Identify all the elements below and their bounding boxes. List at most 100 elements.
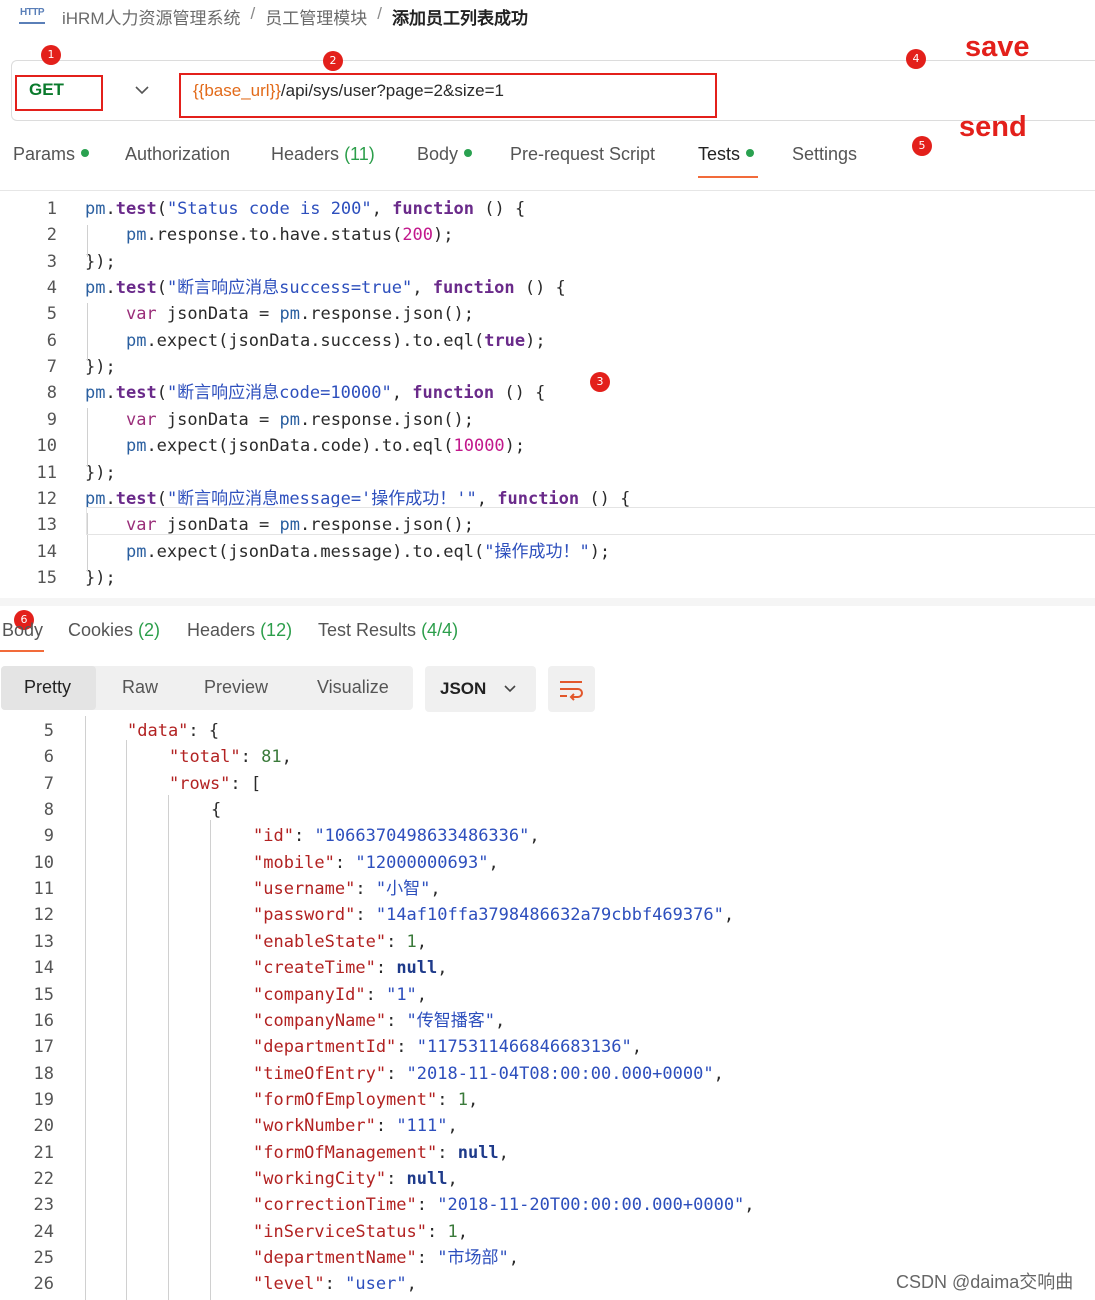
json-text: "timeOfEntry": "2018-11-04T08:00:00.000+… bbox=[253, 1063, 724, 1084]
json-line: 14 "createTime": null, bbox=[0, 955, 1095, 981]
json-text: "departmentId": "1175311466846683136", bbox=[253, 1037, 642, 1058]
code-text: }); bbox=[85, 462, 116, 483]
indent-guide bbox=[85, 716, 86, 1300]
current-line-highlight bbox=[86, 507, 1095, 535]
view-pretty-button[interactable]: Pretty bbox=[24, 677, 71, 698]
response-tab-cookies[interactable]: Cookies (2) bbox=[68, 620, 160, 641]
line-number: 6 bbox=[46, 330, 57, 351]
tab-authorization[interactable]: Authorization bbox=[125, 144, 230, 165]
line-number: 14 bbox=[36, 541, 57, 562]
line-number: 19 bbox=[33, 1089, 54, 1110]
line-number: 9 bbox=[43, 826, 54, 847]
json-line: 11 "username": "小智", bbox=[0, 876, 1095, 902]
url-input[interactable]: {{base_url}}/api/sys/user?page=2&size=1 bbox=[193, 81, 504, 101]
code-text: pm.expect(jsonData.success).to.eql(true)… bbox=[125, 330, 546, 351]
json-line: 20 "workNumber": "111", bbox=[0, 1113, 1095, 1139]
save-annotation: save bbox=[965, 31, 1030, 63]
indent-guide bbox=[126, 740, 127, 1300]
code-text: var jsonData = pm.response.json(); bbox=[125, 409, 474, 430]
json-line: 6 "total": 81, bbox=[0, 744, 1095, 770]
tab-pre-request-script[interactable]: Pre-request Script bbox=[510, 144, 655, 165]
line-number: 20 bbox=[33, 1116, 54, 1137]
code-text: }); bbox=[85, 357, 116, 378]
line-number: 3 bbox=[46, 251, 57, 272]
json-text: "correctionTime": "2018-11-20T00:00:00.0… bbox=[253, 1195, 755, 1216]
response-body-viewer[interactable]: 5 "data": {6 "total": 81, 7 "rows": [8{9 "id"… bbox=[0, 716, 1095, 1300]
json-text: "mobile": "12000000693", bbox=[253, 852, 499, 873]
json-text: "companyName": "传智播客", bbox=[253, 1010, 506, 1031]
view-preview-button[interactable]: Preview bbox=[204, 677, 268, 698]
line-number: 15 bbox=[33, 984, 54, 1005]
line-number: 14 bbox=[33, 958, 54, 979]
json-text: "inServiceStatus": 1, bbox=[253, 1221, 468, 1242]
active-dot-icon bbox=[746, 149, 755, 158]
json-line: 22 "workingCity": null, bbox=[0, 1166, 1095, 1192]
json-text: "formOfManagement": null, bbox=[253, 1142, 509, 1163]
breadcrumb-item-module[interactable]: 员工管理模块 bbox=[265, 4, 367, 29]
url-variable: {{base_url}} bbox=[193, 81, 281, 100]
view-raw-button[interactable]: Raw bbox=[122, 677, 158, 698]
code-line[interactable]: 14 pm.expect(jsonData.message).to.eql("操… bbox=[0, 539, 1095, 565]
line-number: 24 bbox=[33, 1221, 54, 1242]
json-line: 21 "formOfManagement": null, bbox=[0, 1140, 1095, 1166]
chevron-down-icon[interactable] bbox=[133, 81, 151, 99]
line-number: 6 bbox=[43, 747, 54, 768]
request-title[interactable]: 添加员工列表成功 bbox=[392, 4, 528, 29]
line-number: 4 bbox=[46, 278, 57, 299]
line-number: 1 bbox=[46, 199, 57, 219]
code-line[interactable]: 15}); bbox=[0, 565, 1095, 591]
line-number: 8 bbox=[46, 383, 57, 404]
indent-guide bbox=[168, 795, 169, 1300]
code-line[interactable]: 9 var jsonData = pm.response.json(); bbox=[0, 407, 1095, 433]
json-line: 9 "id": "1066370498633486336", bbox=[0, 823, 1095, 849]
json-line: 13 "enableState": 1, bbox=[0, 929, 1095, 955]
indent-guide bbox=[87, 408, 88, 467]
code-line[interactable]: 6 pm.expect(jsonData.success).to.eql(tru… bbox=[0, 328, 1095, 354]
tab-tests[interactable]: Tests bbox=[698, 144, 755, 165]
json-text: "companyId": "1", bbox=[253, 984, 428, 1005]
chevron-down-icon bbox=[504, 685, 516, 693]
code-text: pm.test("Status code is 200", function (… bbox=[85, 199, 526, 219]
response-tab-headers[interactable]: Headers (12) bbox=[187, 620, 292, 641]
active-dot-icon bbox=[464, 149, 473, 158]
code-text: pm.test("断言响应消息success=true", function (… bbox=[85, 278, 566, 299]
code-line[interactable]: 1 pm.test("Status code is 200", function … bbox=[0, 196, 1095, 222]
line-number: 26 bbox=[33, 1274, 54, 1295]
code-line[interactable]: 2 pm.response.to.have.status(200); bbox=[0, 222, 1095, 248]
view-visualize-button[interactable]: Visualize bbox=[317, 677, 389, 698]
code-line[interactable]: 4 pm.test("断言响应消息success=true", function … bbox=[0, 275, 1095, 301]
annotation-badge-5: 5 bbox=[912, 136, 932, 156]
send-annotation: send bbox=[959, 111, 1027, 143]
code-text: pm.response.to.have.status(200); bbox=[125, 225, 454, 246]
annotation-badge-4: 4 bbox=[906, 49, 926, 69]
code-line[interactable]: 5 var jsonData = pm.response.json(); bbox=[0, 301, 1095, 327]
tab-headers[interactable]: Headers (11) bbox=[271, 144, 375, 165]
line-number: 22 bbox=[33, 1168, 54, 1189]
line-number: 5 bbox=[43, 721, 54, 741]
indent-guide bbox=[87, 225, 88, 257]
tab-body[interactable]: Body bbox=[417, 144, 473, 165]
breadcrumb-item-system[interactable]: iHRM人力资源管理系统 bbox=[62, 4, 241, 29]
code-line[interactable]: 11}); bbox=[0, 460, 1095, 486]
panel-divider bbox=[0, 598, 1095, 606]
response-tab-body[interactable]: Body bbox=[2, 620, 43, 641]
line-number: 12 bbox=[36, 488, 57, 509]
http-icon: HTTP bbox=[19, 6, 45, 24]
code-line[interactable]: 8 pm.test("断言响应消息code=10000", function ()… bbox=[0, 380, 1095, 406]
response-tab-test-results[interactable]: Test Results (4/4) bbox=[318, 620, 458, 641]
json-text: "data": { bbox=[127, 721, 220, 741]
line-number: 9 bbox=[46, 409, 57, 430]
tab-settings[interactable]: Settings bbox=[792, 144, 857, 165]
json-line: 12 "password": "14af10ffa3798486632a79cbb… bbox=[0, 902, 1095, 928]
json-text: "formOfEmployment": 1, bbox=[253, 1089, 479, 1110]
line-number: 18 bbox=[33, 1063, 54, 1084]
json-line: 24 "inServiceStatus": 1, bbox=[0, 1219, 1095, 1245]
json-line: 10 "mobile": "12000000693", bbox=[0, 850, 1095, 876]
json-line: 19 "formOfEmployment": 1, bbox=[0, 1087, 1095, 1113]
code-line[interactable]: 7}); bbox=[0, 354, 1095, 380]
method-select[interactable]: GET bbox=[29, 80, 64, 100]
tab-params[interactable]: Params bbox=[13, 144, 90, 165]
line-number: 7 bbox=[43, 773, 54, 794]
code-line[interactable]: 3}); bbox=[0, 249, 1095, 275]
code-line[interactable]: 10 pm.expect(jsonData.code).to.eql(10000… bbox=[0, 433, 1095, 459]
